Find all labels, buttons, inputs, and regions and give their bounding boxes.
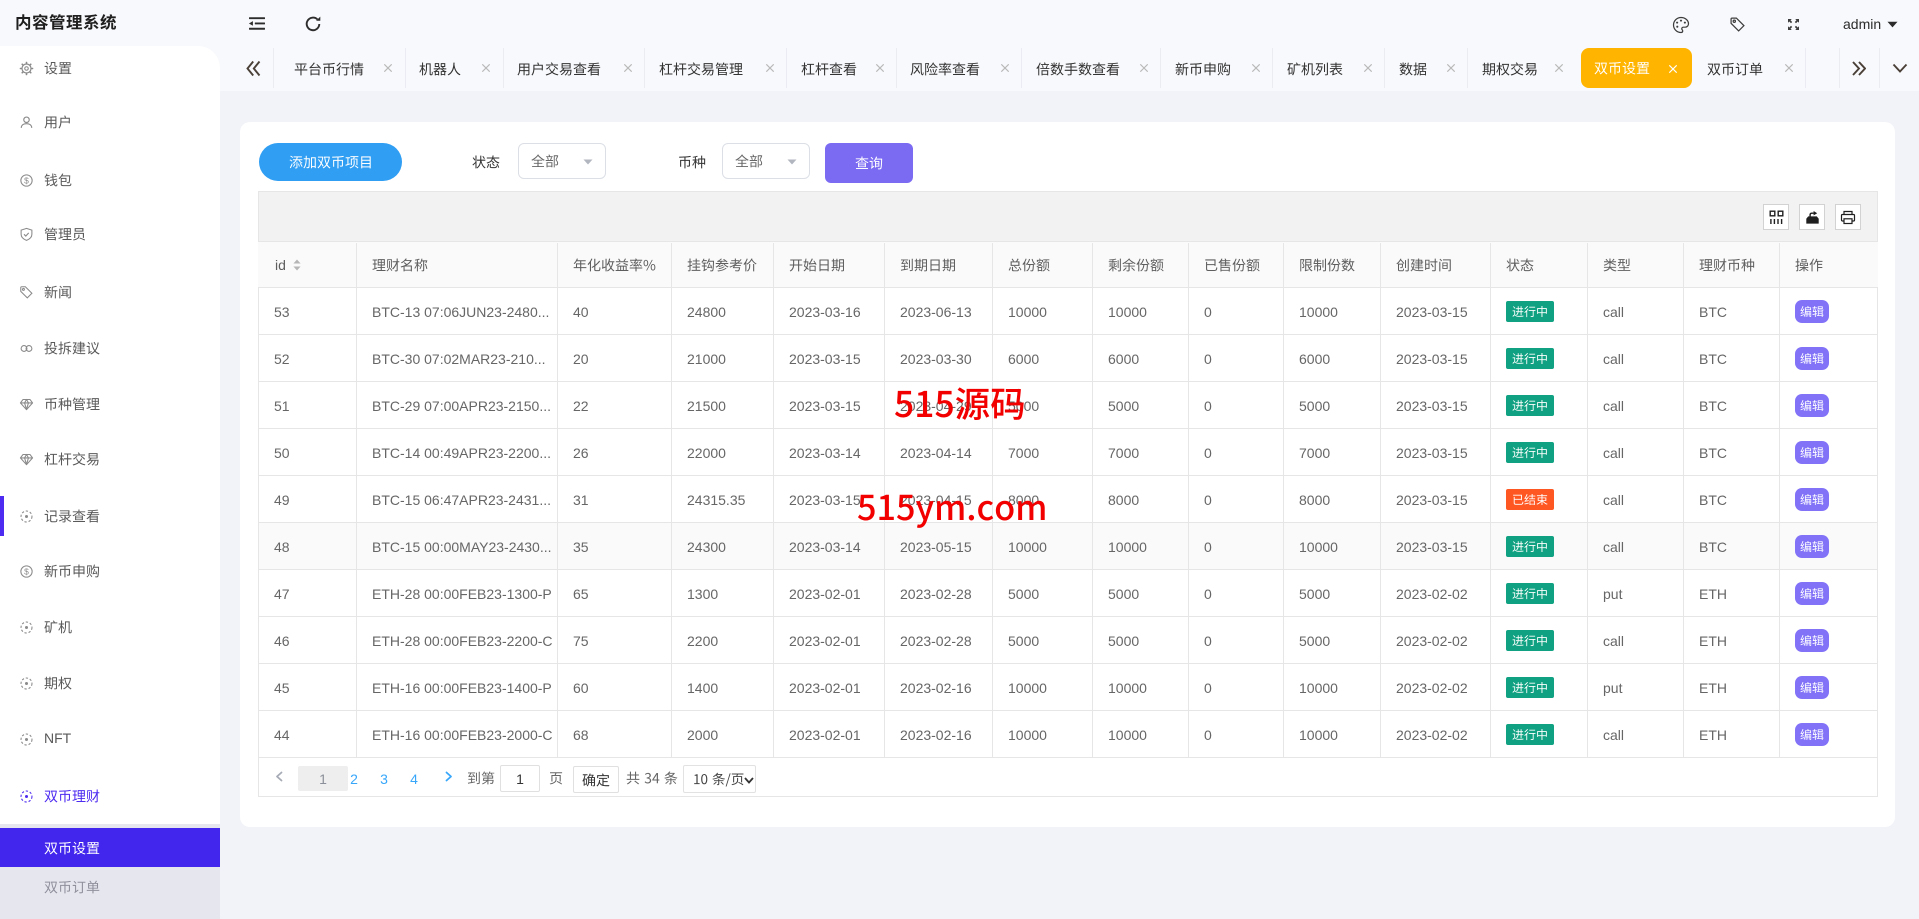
- svg-text:$: $: [24, 175, 29, 185]
- svg-text:$: $: [24, 566, 29, 576]
